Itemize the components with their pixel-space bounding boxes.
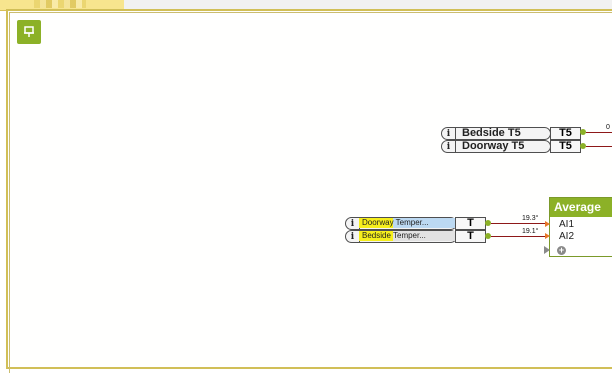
output-doorway-t5[interactable]: i Doorway T5 bbox=[441, 140, 551, 153]
info-icon[interactable]: i bbox=[442, 141, 456, 152]
output-tag: T5 bbox=[550, 127, 581, 140]
average-input-ai1[interactable]: AI1 bbox=[550, 219, 612, 231]
average-block[interactable]: Average AI1 AI2 + bbox=[544, 197, 612, 257]
wire bbox=[491, 223, 545, 224]
plus-icon[interactable]: + bbox=[557, 246, 566, 255]
average-input-ai2[interactable]: AI2 bbox=[550, 231, 612, 243]
input-arrow-icon bbox=[545, 233, 550, 239]
tab-label-blurred bbox=[34, 0, 86, 8]
wire-value: 19.3° bbox=[522, 215, 539, 222]
wire-value: 19.1° bbox=[522, 228, 539, 235]
wire bbox=[586, 146, 612, 147]
wire bbox=[491, 236, 545, 237]
input-name: Bedside Temper... bbox=[359, 231, 457, 241]
info-icon[interactable]: i bbox=[442, 128, 456, 139]
output-tag: T5 bbox=[550, 140, 581, 153]
add-input-arrow-icon bbox=[544, 246, 550, 254]
output-name: Doorway T5 bbox=[462, 140, 525, 152]
pin-icon bbox=[23, 26, 35, 38]
average-title: Average bbox=[550, 198, 612, 217]
output-bedside-t5[interactable]: i Bedside T5 bbox=[441, 127, 551, 140]
logic-canvas[interactable] bbox=[9, 12, 612, 373]
wire bbox=[586, 132, 612, 133]
wire-value: 0 bbox=[606, 124, 610, 131]
input-tag: T bbox=[455, 230, 486, 243]
info-icon[interactable]: i bbox=[346, 231, 360, 242]
info-icon[interactable]: i bbox=[346, 218, 360, 229]
input-tag: T bbox=[455, 217, 486, 230]
input-arrow-icon bbox=[545, 221, 550, 227]
output-name: Bedside T5 bbox=[462, 127, 521, 139]
pin-button[interactable] bbox=[17, 20, 41, 44]
input-name: Doorway Temper... bbox=[359, 218, 457, 228]
